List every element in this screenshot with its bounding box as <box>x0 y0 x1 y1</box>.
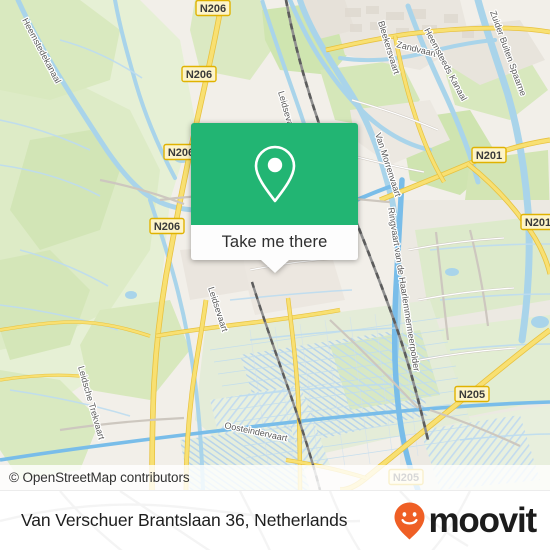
map-attribution: © OpenStreetMap contributors <box>0 465 550 490</box>
route-shield: N206 <box>195 0 231 17</box>
route-shield-label: N206 <box>154 221 180 233</box>
attribution-text: © OpenStreetMap contributors <box>9 470 190 485</box>
callout-pin-panel <box>191 123 358 225</box>
callout-tail <box>260 260 289 273</box>
route-shield-label: N201 <box>525 217 550 229</box>
moovit-wordmark: moovit <box>428 501 537 540</box>
moovit-map-screenshot: Heemstedekanaal Bleekersvaart Zandvaart Hee… <box>0 0 550 550</box>
route-shield: N205 <box>454 385 490 403</box>
moovit-logo: moovit <box>393 501 537 541</box>
map-pin-icon <box>254 145 295 203</box>
route-shield-label: N201 <box>476 150 502 162</box>
route-shield: N201 <box>520 213 550 231</box>
route-shield: N206 <box>149 217 185 235</box>
route-shield: N206 <box>181 65 217 83</box>
moovit-pin-smiley-icon <box>394 502 425 539</box>
route-shield-label: N205 <box>459 389 485 401</box>
take-me-there-callout[interactable]: Take me there <box>191 123 358 273</box>
address-label: Van Verschuer Brantslaan 36, Netherlands <box>21 510 348 530</box>
take-me-there-button[interactable]: Take me there <box>191 225 358 260</box>
footer-bar: Van Verschuer Brantslaan 36, Netherlands… <box>0 490 550 550</box>
take-me-there-label: Take me there <box>221 233 328 251</box>
route-shield: N201 <box>471 146 507 164</box>
route-shield-label: N206 <box>186 69 212 81</box>
route-shield-label: N206 <box>200 3 226 15</box>
